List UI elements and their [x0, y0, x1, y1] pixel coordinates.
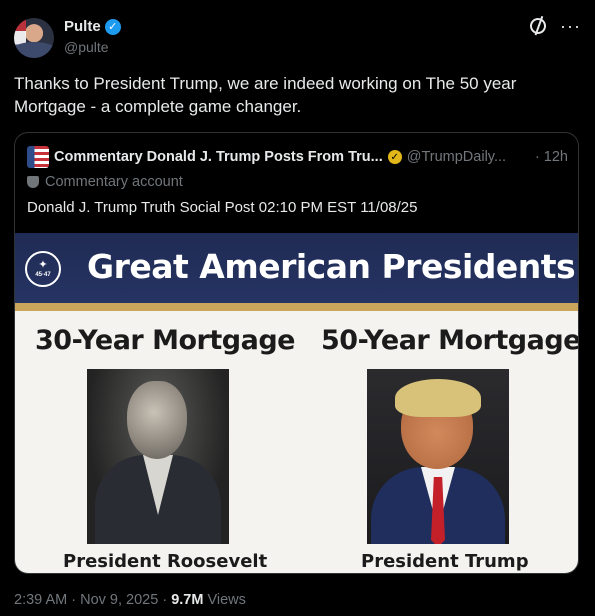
left-column-heading: 30-Year Mortgage: [35, 325, 295, 356]
more-icon[interactable]: ···: [560, 17, 581, 35]
separator: ·: [158, 592, 172, 608]
grok-icon[interactable]: [527, 15, 549, 37]
quoted-post-image[interactable]: ✦ 45·47 Great American Presidents 30-Yea…: [15, 233, 579, 573]
tweet-metadata: 2:39 AM · Nov 9, 2025 · 9.7M Views: [14, 592, 246, 608]
trump-portrait: [367, 369, 509, 544]
author-name-row: Pulte ✓: [64, 18, 121, 35]
gold-verified-badge-icon[interactable]: ✓: [387, 150, 402, 164]
author-handle[interactable]: @pulte: [64, 39, 109, 55]
views-count[interactable]: 9.7M: [171, 592, 203, 608]
roosevelt-portrait: [87, 369, 229, 544]
right-column-heading: 50-Year Mortgage: [321, 325, 579, 356]
quoted-author-handle[interactable]: @TrumpDaily...: [407, 149, 506, 165]
quoted-author-name[interactable]: Commentary Donald J. Trump Posts From Tr…: [54, 149, 383, 165]
post-time[interactable]: 2:39 AM: [14, 592, 67, 608]
post-date[interactable]: Nov 9, 2025: [80, 592, 158, 608]
quoted-author-avatar[interactable]: [27, 146, 49, 168]
poster-gold-stripe: [15, 303, 578, 311]
left-portrait-caption: President Roosevelt: [63, 551, 268, 572]
author-avatar[interactable]: [14, 18, 54, 58]
quoted-post-time[interactable]: · 12h: [535, 149, 568, 165]
mask-icon: [27, 176, 39, 188]
commentary-account-label: Commentary account: [27, 174, 183, 190]
quoted-post-text: Donald J. Trump Truth Social Post 02:10 …: [27, 199, 418, 216]
quoted-post-header: Commentary Donald J. Trump Posts From Tr…: [27, 145, 568, 169]
views-label: Views: [203, 592, 246, 608]
tweet-actions-top: ···: [527, 15, 581, 37]
tweet-text: Thanks to President Trump, we are indeed…: [14, 74, 517, 116]
presidential-seal-icon: ✦ 45·47: [25, 251, 61, 287]
separator: ·: [67, 592, 81, 608]
tweet-header: Pulte ✓ @pulte ···: [14, 14, 581, 58]
commentary-account-text: Commentary account: [45, 174, 183, 190]
poster-title: Great American Presidents: [87, 247, 576, 286]
quoted-post[interactable]: Commentary Donald J. Trump Posts From Tr…: [14, 132, 579, 574]
poster-banner: ✦ 45·47 Great American Presidents: [15, 233, 578, 303]
author-display-name[interactable]: Pulte: [64, 18, 101, 35]
verified-badge-icon[interactable]: ✓: [104, 18, 121, 35]
right-portrait-caption: President Trump: [361, 551, 529, 572]
